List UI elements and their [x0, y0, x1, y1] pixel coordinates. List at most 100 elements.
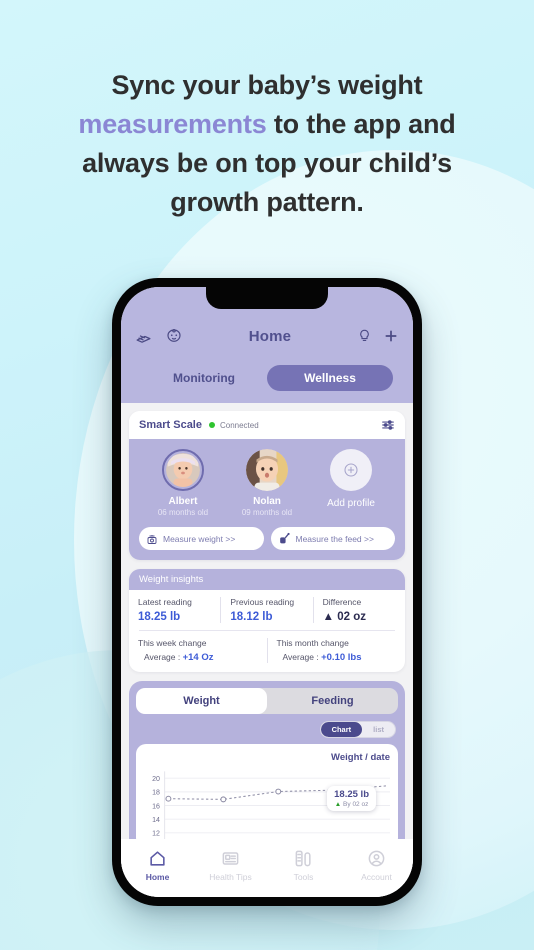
nav-item-account[interactable]: Account: [340, 849, 413, 882]
insights-bottom-row: This week change Average : +14 Oz This m…: [129, 631, 405, 672]
difference-label: Difference: [322, 597, 362, 607]
chart-tooltip: 18.25 lb ▲ By 02 oz: [327, 786, 376, 811]
connection-status-label: Connected: [219, 420, 259, 430]
weight-insights-card: Weight insights Latest reading 18.25 lb …: [129, 569, 405, 672]
avatar-image: [246, 449, 288, 491]
month-average-prefix: Average :: [282, 652, 322, 662]
measure-feed-button[interactable]: Measure the feed >>: [270, 527, 395, 550]
tab-feeding[interactable]: Feeding: [267, 688, 398, 714]
previous-reading: Previous reading 18.12 lb: [220, 597, 312, 623]
tools-icon: [267, 849, 340, 869]
profile-nolan[interactable]: Nolan 09 months old: [225, 449, 309, 517]
book-icon[interactable]: [135, 328, 152, 345]
lightbulb-icon[interactable]: [357, 328, 372, 344]
profile-albert[interactable]: Albert 06 months old: [141, 449, 225, 517]
nav-label: Tools: [293, 871, 314, 882]
nav-item-home[interactable]: Home: [121, 849, 194, 882]
month-average-number: +0.10 lbs: [321, 652, 362, 663]
scale-icon: [146, 533, 158, 545]
plus-circle-icon[interactable]: [330, 449, 372, 491]
measure-feed-label: Measure the feed >>: [295, 533, 374, 544]
chart-title: Weight / date: [331, 752, 390, 763]
svg-text:14: 14: [152, 817, 160, 824]
difference-number: 02 oz: [337, 611, 367, 623]
segmented-tabs: Monitoring Wellness: [135, 365, 399, 391]
toggle-chart[interactable]: Chart: [320, 722, 363, 737]
svg-text:12: 12: [152, 831, 160, 838]
week-average-prefix: Average :: [144, 652, 183, 662]
app-header-row: Home: [135, 319, 399, 353]
this-week-change-value: Average : +14 Oz: [138, 652, 258, 663]
latest-reading-label: Latest reading: [138, 597, 192, 607]
tooltip-sub: ▲ By 02 oz: [334, 801, 369, 808]
baby-bottle-icon: [278, 532, 291, 545]
measure-weight-button[interactable]: Measure weight >>: [139, 527, 264, 550]
tooltip-value: 18.25 lb: [334, 789, 369, 800]
this-week-change-label: This week change: [138, 638, 207, 648]
weight-insights-title: Weight insights: [129, 569, 405, 590]
this-week-change: This week change Average : +14 Oz: [129, 638, 267, 663]
trend-up-icon: ▲: [322, 611, 335, 623]
chart-type-segmented-control: Weight Feeding: [136, 688, 398, 714]
svg-text:16: 16: [152, 803, 160, 810]
week-average-number: +14 Oz: [182, 652, 214, 663]
headline-line-1: Sync your baby’s weight: [111, 70, 423, 100]
avatar[interactable]: [246, 449, 288, 491]
insights-top-row: Latest reading 18.25 lb Previous reading…: [129, 590, 405, 630]
home-icon: [121, 849, 194, 869]
profile-name: Nolan: [253, 496, 281, 507]
promo-headline: Sync your baby’s weight measurements to …: [0, 66, 534, 222]
promo-screenshot: Sync your baby’s weight measurements to …: [0, 0, 534, 950]
profile-age: 06 months old: [157, 508, 209, 517]
baby-face-icon[interactable]: [165, 327, 183, 345]
trend-up-icon: ▲: [334, 801, 342, 808]
chart-card: Weight Feeding Chart list Weight / date …: [129, 681, 405, 855]
view-toggle: Chart list: [319, 721, 396, 738]
phone-notch: [206, 287, 328, 309]
tab-wellness[interactable]: Wellness: [267, 365, 393, 391]
latest-reading: Latest reading 18.25 lb: [129, 597, 220, 623]
profile-selector: Albert 06 months old Nolan 09 months old…: [129, 439, 405, 527]
article-icon: [194, 849, 267, 869]
smart-scale-header: Smart Scale Connected: [129, 411, 405, 439]
tab-monitoring[interactable]: Monitoring: [141, 365, 267, 391]
this-month-change: This month change Average : +0.10 lbs: [266, 638, 406, 663]
difference: Difference ▲ 02 oz: [312, 597, 405, 623]
smart-scale-title: Smart Scale: [139, 419, 202, 431]
weight-chart[interactable]: Weight / date 201816141210 18.25 lb ▲ By…: [136, 744, 398, 848]
add-profile[interactable]: Add profile: [309, 449, 393, 509]
toggle-list[interactable]: list: [362, 722, 395, 737]
nav-label: Home: [145, 871, 170, 882]
nav-label: Account: [361, 871, 392, 882]
nav-item-tools[interactable]: Tools: [267, 849, 340, 882]
measure-weight-label: Measure weight >>: [163, 533, 236, 544]
headline-line-2-rest: to the app and: [266, 109, 456, 139]
plus-icon[interactable]: [383, 328, 399, 344]
difference-value: ▲ 02 oz: [323, 611, 396, 623]
headline-highlight: measurements: [78, 109, 267, 139]
latest-reading-value: 18.25 lb: [138, 611, 181, 623]
previous-reading-label: Previous reading: [230, 597, 295, 607]
this-month-change-value: Average : +0.10 lbs: [277, 652, 397, 663]
measure-buttons: Measure weight >> Measure the feed >>: [129, 527, 405, 560]
svg-text:20: 20: [152, 776, 160, 783]
app-content: Smart Scale Connected Albert 06 months o…: [121, 403, 413, 897]
phone-mockup: Home Monitoring Wellness Smart Scale Con…: [112, 278, 422, 906]
previous-reading-value: 18.12 lb: [230, 611, 273, 623]
headline-line-4: growth pattern.: [170, 187, 364, 217]
tab-weight[interactable]: Weight: [136, 688, 267, 714]
smart-scale-card: Smart Scale Connected Albert 06 months o…: [129, 411, 405, 560]
svg-text:18: 18: [152, 790, 160, 797]
view-toggle-row: Chart list: [136, 721, 396, 738]
nav-label: Health Tips: [209, 871, 252, 882]
avatar-image: [166, 453, 200, 487]
tooltip-sub-label: By 02 oz: [343, 801, 369, 808]
avatar[interactable]: [162, 449, 204, 491]
nav-item-health-tips[interactable]: Health Tips: [194, 849, 267, 882]
page-title: Home: [248, 327, 292, 345]
bottom-navigation: Home Health Tips Tools Account: [121, 839, 413, 897]
phone-screen: Home Monitoring Wellness Smart Scale Con…: [121, 287, 413, 897]
sliders-icon[interactable]: [381, 418, 395, 432]
connection-status-dot: [208, 422, 215, 428]
profile-name: Albert: [168, 496, 198, 507]
